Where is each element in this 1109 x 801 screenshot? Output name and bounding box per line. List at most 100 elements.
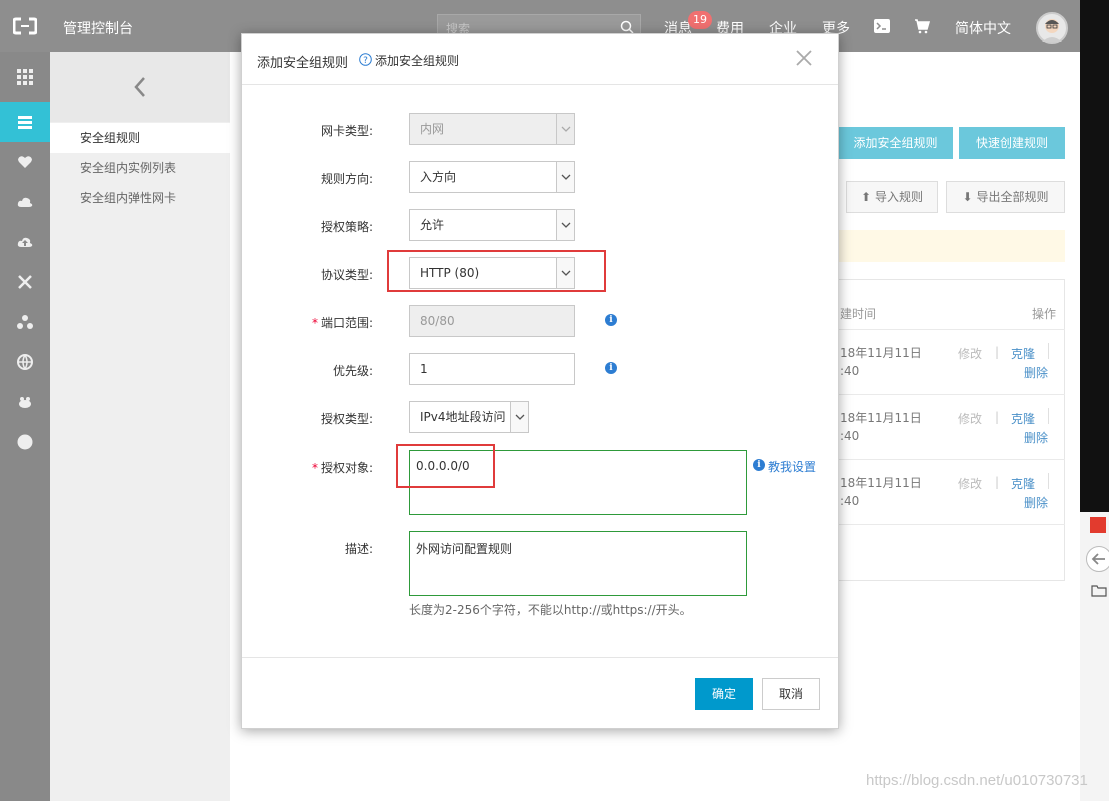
dialog-title: 添加安全组规则	[257, 56, 349, 71]
network-icon	[18, 275, 32, 289]
csdn-c-icon[interactable]	[1090, 517, 1106, 533]
separator: |	[995, 475, 1000, 489]
highlight-box	[387, 250, 606, 292]
row-time: :40	[840, 364, 860, 378]
auth-type-value: IPv4地址段访问	[420, 410, 506, 424]
close-icon[interactable]	[795, 49, 813, 67]
row-divider	[838, 524, 1065, 525]
row-time: :40	[840, 429, 860, 443]
chevron-down-icon	[510, 402, 528, 432]
sidebar-item-globe[interactable]	[0, 342, 50, 382]
protocol-label: 协议类型:	[320, 268, 373, 282]
subnav-eni-list[interactable]: 安全组内弹性网卡	[50, 183, 230, 213]
notice-bar	[838, 230, 1065, 262]
svg-text:?: ?	[363, 56, 368, 66]
heart-icon	[18, 156, 32, 168]
info-icon: i	[753, 459, 765, 471]
messages-badge: 19	[688, 11, 712, 29]
priority-value: 1	[420, 362, 428, 376]
download-icon: ⬇	[962, 190, 973, 204]
globe-icon	[17, 354, 33, 370]
port-range-label: * 端口范围:	[311, 316, 373, 330]
quick-create-button[interactable]: 快速创建规则	[959, 127, 1065, 159]
info-icon[interactable]: i	[605, 314, 617, 326]
row-divider	[838, 459, 1065, 460]
nic-type-label: 网卡类型:	[320, 124, 373, 138]
row-time: :40	[840, 494, 860, 508]
sidebar-item-mascot[interactable]	[0, 382, 50, 422]
highlight-box	[396, 444, 495, 488]
separator: |	[995, 345, 1000, 359]
clone-link[interactable]: 克隆	[1011, 410, 1035, 427]
sidebar-item-ecs[interactable]	[0, 102, 50, 142]
row-date: 18年11月11日	[840, 411, 922, 425]
auth-type-select[interactable]: IPv4地址段访问	[409, 401, 529, 433]
row-date: 18年11月11日	[840, 476, 922, 490]
add-rule-button[interactable]: 添加安全组规则	[838, 127, 953, 159]
delete-link[interactable]: 删除	[1024, 494, 1048, 511]
info-icon[interactable]: i	[605, 362, 617, 374]
separator: |	[995, 410, 1000, 424]
description-textarea[interactable]: 外网访问配置规则	[409, 531, 747, 596]
sidebar-item-cluster[interactable]	[0, 302, 50, 342]
teach-me-link[interactable]: 教我设置	[768, 458, 816, 475]
port-range-input: 80/80	[409, 305, 575, 337]
export-button[interactable]: ⬇ 导出全部规则	[946, 181, 1065, 213]
required-mark: *	[311, 316, 318, 330]
cart-icon[interactable]	[914, 18, 930, 34]
sidebar-item-cloud[interactable]	[0, 182, 50, 222]
mascot-icon	[19, 397, 31, 408]
policy-value: 允许	[420, 218, 445, 232]
delete-link[interactable]: 删除	[1024, 429, 1048, 446]
priority-label: 优先级:	[332, 364, 373, 378]
auth-type-label: 授权类型:	[320, 412, 373, 426]
sidebar-item-upload[interactable]	[0, 222, 50, 262]
help-icon[interactable]: ?	[359, 53, 372, 66]
sidebar-item-circle[interactable]	[0, 422, 50, 462]
terminal-icon[interactable]	[874, 19, 890, 33]
back-arrow-icon[interactable]	[1086, 546, 1109, 572]
description-hint: 长度为2-256个字符，不能以http://或https://开头。	[409, 603, 692, 617]
chevron-left-icon	[134, 77, 145, 97]
confirm-button[interactable]: 确定	[695, 678, 753, 710]
priority-input[interactable]: 1	[409, 353, 575, 385]
import-button[interactable]: ⬆ 导入规则	[846, 181, 938, 213]
nic-type-value: 内网	[420, 122, 445, 136]
separator	[1048, 343, 1049, 359]
edit-link[interactable]: 修改	[958, 410, 982, 427]
subnav-security-rules[interactable]: 安全组规则	[50, 123, 230, 153]
policy-select[interactable]: 允许	[409, 209, 575, 241]
chevron-down-icon	[556, 210, 574, 240]
sidebar-item-network[interactable]	[0, 262, 50, 302]
back-button[interactable]	[50, 52, 230, 122]
cluster-icon	[17, 315, 33, 329]
sidebar-item-products[interactable]	[0, 57, 50, 97]
search-icon[interactable]	[620, 20, 634, 34]
edit-link[interactable]: 修改	[958, 345, 982, 362]
nav-language[interactable]: 简体中文	[955, 18, 1011, 38]
subnav-instance-list[interactable]: 安全组内实例列表	[50, 153, 230, 183]
export-label: 导出全部规则	[976, 190, 1049, 204]
edit-link[interactable]: 修改	[958, 475, 982, 492]
separator	[1048, 473, 1049, 489]
folder-icon[interactable]	[1091, 585, 1107, 597]
add-rule-dialog: 添加安全组规则 ? 添加安全组规则 网卡类型: 内网 规则方向: 入方向 授权策…	[241, 33, 839, 729]
divider	[242, 657, 838, 658]
nic-type-select: 内网	[409, 113, 575, 145]
row-divider	[838, 394, 1065, 395]
aliyun-logo-icon[interactable]	[13, 17, 37, 35]
required-mark: *	[311, 461, 318, 475]
clone-link[interactable]: 克隆	[1011, 345, 1035, 362]
console-title[interactable]: 管理控制台	[63, 18, 133, 38]
clone-link[interactable]: 克隆	[1011, 475, 1035, 492]
direction-select[interactable]: 入方向	[409, 161, 575, 193]
cancel-button[interactable]: 取消	[762, 678, 820, 710]
delete-link[interactable]: 删除	[1024, 364, 1048, 381]
col-header-time: 建时间	[840, 307, 877, 321]
sidebar-item-heart[interactable]	[0, 142, 50, 182]
row-date: 18年11月11日	[840, 346, 922, 360]
chevron-down-icon	[556, 114, 574, 144]
policy-label: 授权策略:	[320, 220, 373, 234]
avatar[interactable]	[1036, 12, 1068, 44]
dialog-help-link[interactable]: 添加安全组规则	[375, 52, 459, 69]
